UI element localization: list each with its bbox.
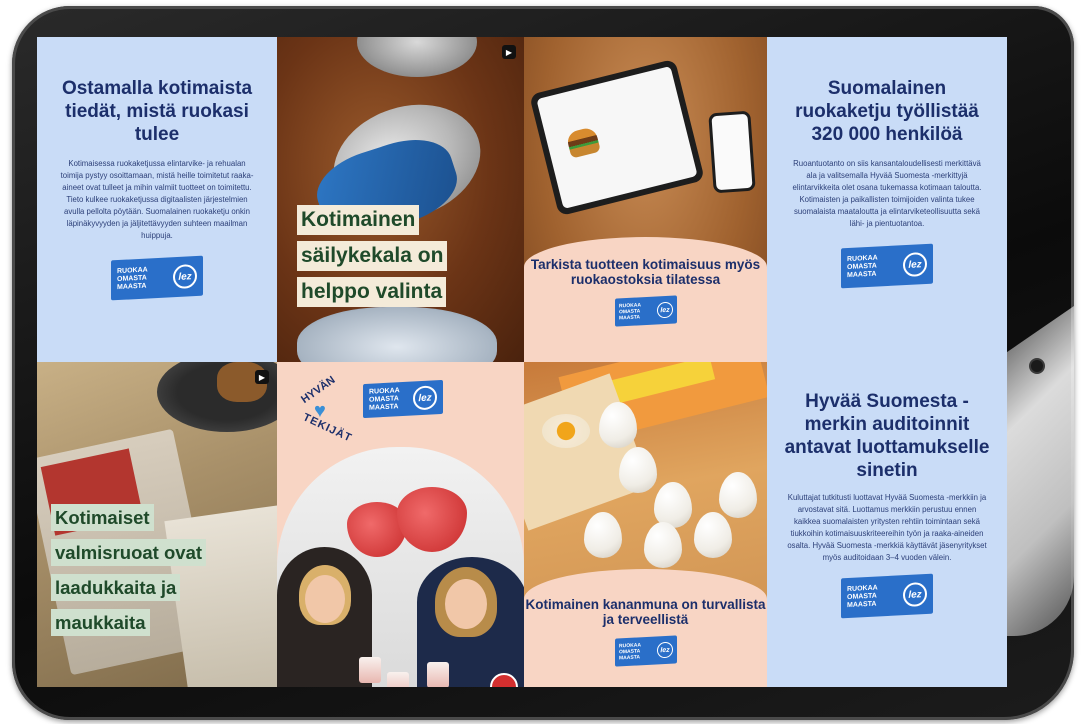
post-body: Kuluttajat tutkitusti luottavat Hyvää Su…: [787, 493, 987, 562]
cracked-egg-photo: [542, 414, 590, 448]
person-face: [445, 579, 487, 629]
hyvaa-suomesta-seal-icon: lez: [903, 251, 927, 278]
instagram-grid: Ostamalla kotimaista tiedät, mistä ruoka…: [37, 37, 1007, 687]
ruokaa-omasta-maasta-logo: RUOKAA OMASTA MAASTA lez: [614, 635, 677, 667]
hyvaa-suomesta-seal-icon: lez: [413, 385, 437, 411]
hyvan-tekijat-badge: HYVÄN ♥ TEKIJÄT: [299, 374, 354, 445]
egg-photo: [719, 472, 757, 518]
post-hyvan-tekijat[interactable]: HYVÄN ♥ TEKIJÄT RUOKAA OMASTA MAASTA lez: [277, 362, 524, 687]
hyvaa-suomesta-seal-icon: lez: [656, 641, 673, 659]
play-icon: ▶: [255, 370, 269, 384]
post-valmisruoat[interactable]: ▶ Kotimaiset valmisruoat ovat laadukkait…: [37, 362, 277, 687]
camera-icon: [1031, 360, 1043, 372]
can-photo: [357, 37, 477, 77]
egg-photo: [599, 402, 637, 448]
post-auditoinnit[interactable]: Hyvää Suomesta -merkin auditoinnit antav…: [767, 362, 1007, 687]
photo-arch: [277, 447, 524, 687]
egg-photo: [654, 482, 692, 528]
post-sailykekala[interactable]: ▶ Kotimainen säilykekala on helppo valin…: [277, 37, 524, 362]
hyvaa-suomesta-seal-icon: lez: [656, 301, 673, 319]
post-title: Suomalainen ruokaketju työllistää 320 00…: [795, 78, 979, 145]
post-title: Hyvää Suomesta -merkin auditoinnit antav…: [784, 391, 990, 481]
ruokaa-omasta-maasta-logo: RUOKAA OMASTA MAASTA lez: [363, 379, 443, 419]
caption-panel: Tarkista tuotteen kotimaisuus myös ruoka…: [524, 237, 767, 362]
egg-photo: [619, 447, 657, 493]
play-icon: ▶: [502, 45, 516, 59]
hyvaa-suomesta-seal-icon: lez: [173, 263, 197, 290]
tablet-photo: [529, 58, 705, 217]
egg-photo: [644, 522, 682, 568]
post-caption: Kotimainen säilykekala on helppo valinta: [297, 205, 448, 307]
ruokaa-omasta-maasta-logo: RUOKAA OMASTA MAASTA lez: [841, 573, 933, 619]
phone-photo: [708, 110, 756, 194]
post-kotimainen-ruoka[interactable]: Ostamalla kotimaista tiedät, mistä ruoka…: [37, 37, 277, 362]
hyvaa-suomesta-seal-icon: lez: [903, 581, 927, 608]
egg-photo: [694, 512, 732, 558]
egg-photo: [584, 512, 622, 558]
yogurt-cup-photo: [427, 662, 449, 687]
post-ruokaostokset[interactable]: Tarkista tuotteen kotimaisuus myös ruoka…: [524, 37, 767, 362]
post-body: Kotimaisessa ruokaketjussa elintarvike- …: [60, 159, 254, 240]
ruokaa-omasta-maasta-logo: RUOKAA OMASTA MAASTA lez: [841, 243, 933, 289]
person-face: [305, 575, 345, 623]
ruokaa-omasta-maasta-logo: RUOKAA OMASTA MAASTA lez: [614, 295, 677, 327]
post-kananmuna[interactable]: Kotimainen kananmuna on turvallista ja t…: [524, 362, 767, 687]
ruokaa-omasta-maasta-logo: RUOKAA OMASTA MAASTA lez: [111, 255, 203, 301]
burger-image: [565, 126, 601, 159]
post-body: Ruoantuotanto on siis kansantaloudellise…: [792, 159, 982, 228]
post-title: Ostamalla kotimaista tiedät, mistä ruoka…: [61, 78, 253, 145]
post-title: Kotimainen kananmuna on turvallista ja t…: [525, 597, 766, 627]
yogurt-cup-photo: [387, 672, 409, 687]
caption-panel: Kotimainen kananmuna on turvallista ja t…: [524, 569, 767, 687]
can-photo: [297, 307, 497, 362]
post-caption: Kotimaiset valmisruoat ovat laadukkaita …: [51, 504, 207, 636]
yogurt-cup-photo: [359, 657, 381, 683]
strawberry-image: [397, 487, 467, 552]
post-ruokaketju-tyollistaa[interactable]: Suomalainen ruokaketju työllistää 320 00…: [767, 37, 1007, 362]
post-title: Tarkista tuotteen kotimaisuus myös ruoka…: [530, 257, 761, 287]
